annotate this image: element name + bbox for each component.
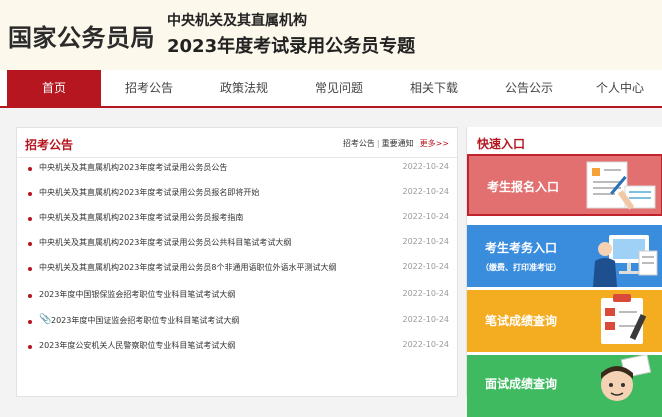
site-brand[interactable]: 国家公务员局 — [8, 18, 155, 53]
bullet-icon — [28, 345, 32, 349]
bullet-icon — [28, 217, 32, 221]
announcements-links: 招考公告 | 重要通知 更多>> — [343, 138, 449, 149]
header-title-line1: 中央机关及其直属机构 — [167, 13, 307, 29]
bullet-icon — [28, 192, 32, 196]
quick-entry-title: 快速入口 — [477, 137, 526, 151]
quick-entry-panel: 快速入口 考生报名入口 考生考务入口 （缴费、打印准考证） 笔试成绩查询 面试成… — [466, 127, 662, 417]
exam-affairs-entry-sublabel: （缴费、打印准考证） — [481, 263, 561, 272]
announcement-date: 2022-10-24 — [402, 212, 450, 221]
bullet-icon — [28, 294, 32, 298]
interview-score-label: 面试成绩查询 — [485, 377, 558, 391]
registration-entry-label: 考生报名入口 — [487, 180, 560, 194]
announcement-row[interactable]: 中央机关及其直属机构2023年度考试录用公务员公共科目笔试考试大纲 2022-1… — [17, 231, 457, 256]
more-link[interactable]: 更多>> — [420, 139, 449, 148]
announcement-date: 2022-10-24 — [402, 262, 450, 271]
announcement-row[interactable]: 中央机关及其直属机构2023年度考试录用公务员8个非通用语职位外语水平测试大纲 … — [17, 256, 457, 281]
announcement-title[interactable]: 2023年度中国银保监会招考职位专业科目笔试考试大纲 — [39, 289, 235, 300]
header-title-line2: 2023年度考试录用公务员专题 — [167, 36, 416, 57]
announcement-row[interactable]: 中央机关及其直属机构2023年度考试录用公务员报考指南 2022-10-24 — [17, 206, 457, 231]
announcement-row[interactable]: 中央机关及其直属机构2023年度考试录用公务员公告 2022-10-24 — [17, 156, 457, 181]
bullet-icon — [28, 267, 32, 271]
announcements-header: 招考公告 招考公告 | 重要通知 更多>> — [17, 128, 457, 158]
announcement-title[interactable]: 2023年度中国证监会招考职位专业科目笔试考试大纲 — [51, 315, 239, 326]
written-score-label: 笔试成绩查询 — [485, 314, 558, 328]
exam-affairs-entry-label: 考生考务入口 — [485, 241, 558, 255]
announcement-row[interactable]: 📎 2023年度中国证监会招考职位专业科目笔试考试大纲 2022-10-24 — [17, 309, 457, 334]
nav-item-home[interactable]: 首页 — [7, 70, 101, 106]
quick-entry-header: 快速入口 — [467, 127, 662, 157]
person-at-computer-icon — [593, 235, 658, 287]
announcements-title: 招考公告 — [25, 138, 74, 152]
written-score-card[interactable]: 笔试成绩查询 — [467, 290, 662, 352]
announcement-date: 2022-10-24 — [402, 340, 450, 349]
person-exam-icon — [601, 355, 652, 401]
nav-item-personal-center[interactable]: 个人中心 — [578, 70, 662, 106]
nav-item-announcements[interactable]: 招考公告 — [105, 70, 193, 106]
document-signing-icon — [586, 161, 656, 210]
nav-item-faq[interactable]: 常见问题 — [295, 70, 383, 106]
announcement-title[interactable]: 中央机关及其直属机构2023年度考试录用公务员公告 — [39, 162, 227, 173]
interview-score-card[interactable]: 面试成绩查询 — [467, 355, 662, 417]
announcement-row[interactable]: 中央机关及其直属机构2023年度考试录用公务员报名即将开始 2022-10-24 — [17, 181, 457, 206]
announcement-row[interactable]: 2023年度中国银保监会招考职位专业科目笔试考试大纲 2022-10-24 — [17, 283, 457, 308]
nav-item-notices[interactable]: 公告公示 — [485, 70, 573, 106]
announcement-date: 2022-10-24 — [402, 237, 450, 246]
announcement-date: 2022-10-24 — [402, 315, 450, 324]
announcement-title[interactable]: 中央机关及其直属机构2023年度考试录用公务员报名即将开始 — [39, 187, 259, 198]
link-important-notice[interactable]: 重要通知 — [382, 139, 414, 148]
registration-entry-card[interactable]: 考生报名入口 — [467, 154, 662, 216]
link-announcements[interactable]: 招考公告 — [343, 139, 375, 148]
main-nav: 首页 招考公告 政策法规 常见问题 相关下载 公告公示 个人中心 — [0, 70, 662, 108]
link-separator: | — [376, 139, 380, 148]
clipboard-check-icon — [601, 294, 647, 344]
bullet-icon — [28, 167, 32, 171]
nav-item-policy[interactable]: 政策法规 — [200, 70, 288, 106]
announcement-title[interactable]: 中央机关及其直属机构2023年度考试录用公务员8个非通用语职位外语水平测试大纲 — [39, 262, 336, 273]
bullet-icon — [28, 320, 32, 324]
nav-item-downloads[interactable]: 相关下载 — [390, 70, 478, 106]
announcement-row[interactable]: 2023年度公安机关人民警察职位专业科目笔试考试大纲 2022-10-24 — [17, 334, 457, 359]
announcement-date: 2022-10-24 — [402, 289, 450, 298]
exam-affairs-entry-card[interactable]: 考生考务入口 （缴费、打印准考证） — [467, 225, 662, 287]
bullet-icon — [28, 242, 32, 246]
announcement-date: 2022-10-24 — [402, 187, 450, 196]
attachment-icon: 📎 — [39, 314, 52, 325]
announcement-title[interactable]: 中央机关及其直属机构2023年度考试录用公务员报考指南 — [39, 212, 243, 223]
announcement-title[interactable]: 中央机关及其直属机构2023年度考试录用公务员公共科目笔试考试大纲 — [39, 237, 291, 248]
announcements-panel: 招考公告 招考公告 | 重要通知 更多>> 中央机关及其直属机构2023年度考试录用公… — [16, 127, 458, 397]
announcement-date: 2022-10-24 — [402, 162, 450, 171]
site-header: 国家公务员局 中央机关及其直属机构 2023年度考试录用公务员专题 — [0, 0, 662, 70]
announcement-title[interactable]: 2023年度公安机关人民警察职位专业科目笔试考试大纲 — [39, 340, 235, 351]
